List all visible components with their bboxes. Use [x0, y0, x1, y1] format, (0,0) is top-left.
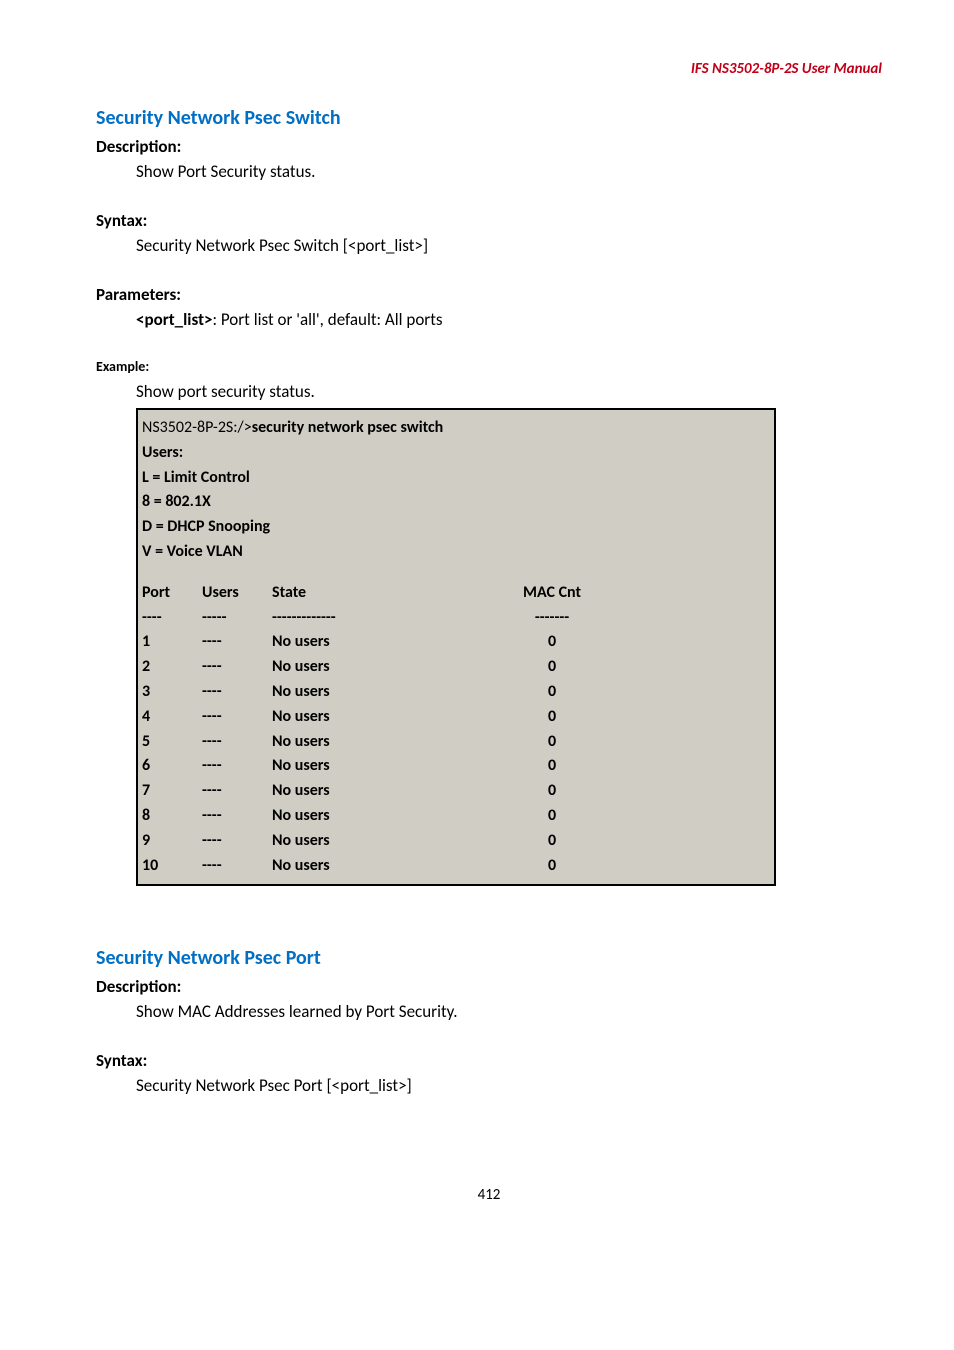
command-text: security network psec switch: [252, 418, 444, 437]
table-row: 2 ---- No users 0: [142, 655, 770, 680]
legend-line: L = Limit Control: [142, 466, 770, 491]
cell-mac: 0: [482, 730, 622, 755]
prompt: NS3502-8P-2S:/>: [142, 418, 252, 437]
cell-port: 9: [142, 829, 202, 854]
divider: ----: [142, 606, 202, 631]
section2-title: Security Network Psec Port: [96, 946, 882, 970]
cell-users: ----: [202, 730, 272, 755]
cell-users: ----: [202, 630, 272, 655]
syntax-text: Security Network Psec Port [<port_list>]: [136, 1075, 882, 1096]
description-label: Description:: [96, 976, 882, 997]
page: IFS NS3502-8P-2S User Manual Security Ne…: [0, 0, 954, 1276]
section1-title: Security Network Psec Switch: [96, 106, 882, 130]
table-row: 6 ---- No users 0: [142, 754, 770, 779]
cell-users: ----: [202, 754, 272, 779]
cell-state: No users: [272, 804, 482, 829]
table-header-row: Port Users State MAC Cnt: [142, 581, 770, 606]
syntax-text: Security Network Psec Switch [<port_list…: [136, 235, 882, 256]
command-box-wrap: NS3502-8P-2S:/>security network psec swi…: [136, 408, 882, 886]
cell-state: No users: [272, 754, 482, 779]
table-row: 9 ---- No users 0: [142, 829, 770, 854]
cell-port: 3: [142, 680, 202, 705]
cell-port: 1: [142, 630, 202, 655]
cell-state: No users: [272, 854, 482, 879]
example-label: Example:: [96, 358, 882, 375]
divider: -------------: [272, 606, 482, 631]
cell-port: 6: [142, 754, 202, 779]
cell-users: ----: [202, 680, 272, 705]
description-text: Show MAC Addresses learned by Port Secur…: [136, 1001, 882, 1022]
legend-line: D = DHCP Snooping: [142, 515, 770, 540]
doc-header: IFS NS3502-8P-2S User Manual: [96, 60, 882, 78]
cell-mac: 0: [482, 754, 622, 779]
table-row: 10 ---- No users 0: [142, 854, 770, 879]
cell-port: 7: [142, 779, 202, 804]
cell-mac: 0: [482, 680, 622, 705]
cell-mac: 0: [482, 829, 622, 854]
legend-line: V = Voice VLAN: [142, 540, 770, 565]
cell-state: No users: [272, 655, 482, 680]
table-divider-row: ---- ----- ------------- -------: [142, 606, 770, 631]
col-users-header: Users: [202, 581, 272, 606]
cell-users: ----: [202, 804, 272, 829]
legend-line: 8 = 802.1X: [142, 490, 770, 515]
cell-port: 4: [142, 705, 202, 730]
parameters-text: <port_list>: Port list or 'all', default…: [136, 309, 882, 330]
page-number: 412: [96, 1186, 882, 1204]
cell-state: No users: [272, 779, 482, 804]
cell-state: No users: [272, 730, 482, 755]
table-row: 8 ---- No users 0: [142, 804, 770, 829]
users-label: Users:: [142, 441, 770, 466]
cell-mac: 0: [482, 705, 622, 730]
cell-mac: 0: [482, 655, 622, 680]
cell-users: ----: [202, 655, 272, 680]
syntax-label: Syntax:: [96, 210, 882, 231]
command-box: NS3502-8P-2S:/>security network psec swi…: [136, 408, 776, 886]
example-text: Show port security status.: [136, 381, 882, 402]
cell-users: ----: [202, 705, 272, 730]
cell-port: 2: [142, 655, 202, 680]
cell-users: ----: [202, 829, 272, 854]
parameters-label: Parameters:: [96, 284, 882, 305]
cell-port: 5: [142, 730, 202, 755]
syntax-label: Syntax:: [96, 1050, 882, 1071]
table-row: 4 ---- No users 0: [142, 705, 770, 730]
cell-state: No users: [272, 829, 482, 854]
col-mac-header: MAC Cnt: [482, 581, 622, 606]
description-text: Show Port Security status.: [136, 161, 882, 182]
cell-state: No users: [272, 680, 482, 705]
description-label: Description:: [96, 136, 882, 157]
divider: -------: [482, 606, 622, 631]
cell-users: ----: [202, 779, 272, 804]
parameters-rest: : Port list or 'all', default: All ports: [212, 309, 442, 330]
table-row: 7 ---- No users 0: [142, 779, 770, 804]
cell-port: 8: [142, 804, 202, 829]
cell-mac: 0: [482, 779, 622, 804]
table-row: 1 ---- No users 0: [142, 630, 770, 655]
cell-state: No users: [272, 630, 482, 655]
col-state-header: State: [272, 581, 482, 606]
cell-port: 10: [142, 854, 202, 879]
command-line: NS3502-8P-2S:/>security network psec swi…: [142, 416, 770, 441]
table-row: 5 ---- No users 0: [142, 730, 770, 755]
table-row: 3 ---- No users 0: [142, 680, 770, 705]
divider: -----: [202, 606, 272, 631]
cell-mac: 0: [482, 804, 622, 829]
col-port-header: Port: [142, 581, 202, 606]
parameters-key: <port_list>: [136, 309, 212, 330]
cell-users: ----: [202, 854, 272, 879]
cell-mac: 0: [482, 854, 622, 879]
cell-state: No users: [272, 705, 482, 730]
cell-mac: 0: [482, 630, 622, 655]
